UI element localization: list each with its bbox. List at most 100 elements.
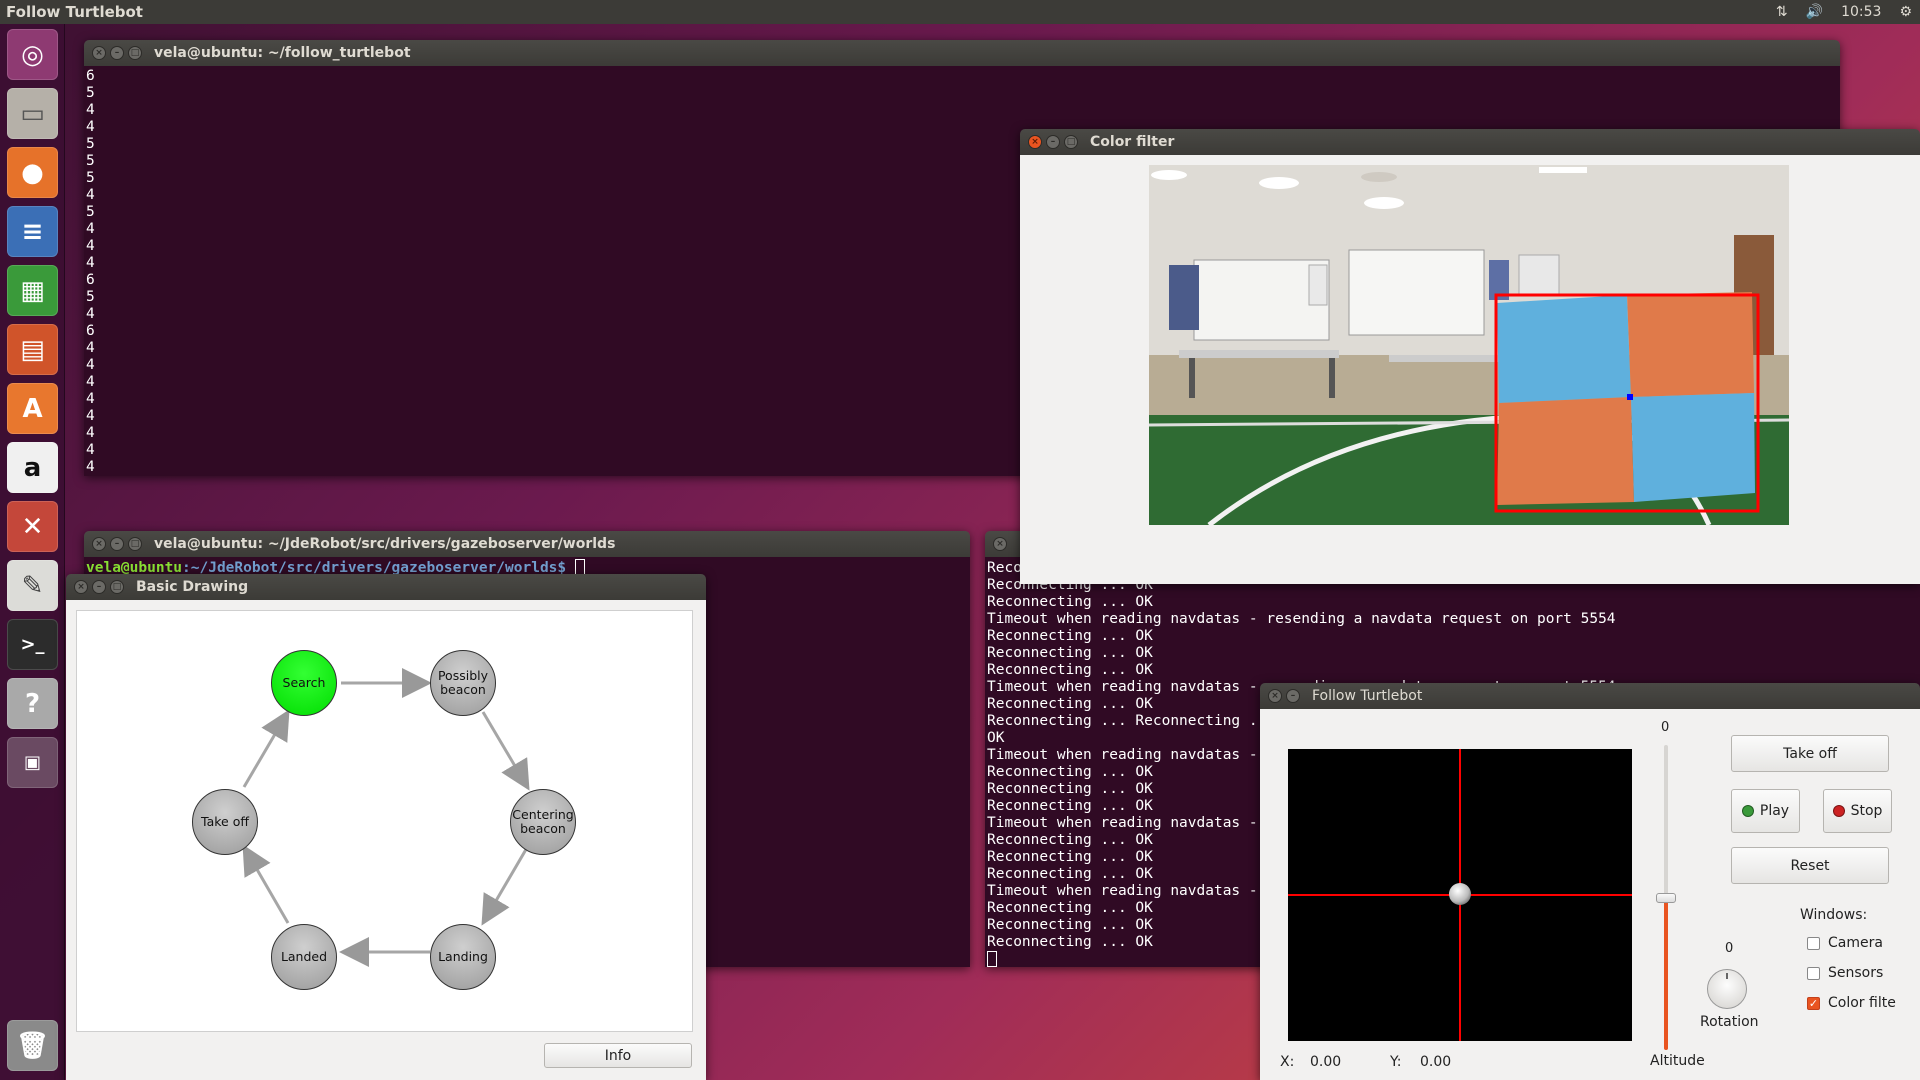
minimize-icon[interactable]: – bbox=[1286, 689, 1300, 703]
follow-turtlebot-titlebar: × – Follow Turtlebot bbox=[1260, 683, 1920, 709]
basic-drawing-titlebar: × – □ Basic Drawing bbox=[66, 574, 706, 600]
camera-checkbox-box[interactable] bbox=[1807, 936, 1820, 950]
terminal-1-line: 6 bbox=[86, 68, 95, 84]
state-node-possibly-beacon[interactable]: Possibly beacon bbox=[430, 650, 496, 716]
take-off-button[interactable]: Take off bbox=[1731, 735, 1889, 772]
reset-button[interactable]: Reset bbox=[1731, 847, 1889, 884]
altitude-slider[interactable] bbox=[1656, 745, 1676, 1050]
terminal-1-line: 5 bbox=[86, 85, 95, 101]
play-button-label: Play bbox=[1759, 803, 1790, 819]
terminal-2-title: vela@ubuntu: ~/JdeRobot/src/drivers/gaze… bbox=[154, 536, 616, 552]
close-icon[interactable]: × bbox=[993, 537, 1007, 551]
terminal-icon[interactable]: >_ bbox=[7, 619, 58, 670]
basic-drawing-window: × – □ Basic Drawing Search Possibly beac… bbox=[66, 574, 706, 1080]
state-transitions-svg bbox=[242, 668, 530, 967]
minimize-icon[interactable]: – bbox=[1046, 135, 1060, 149]
terminal-3-line: Timeout when reading navdatas - resendin… bbox=[987, 611, 1616, 627]
state-node-centering-beacon[interactable]: Centering beacon bbox=[510, 789, 576, 855]
terminal-1-title: vela@ubuntu: ~/follow_turtlebot bbox=[154, 45, 411, 61]
stop-icon bbox=[1832, 805, 1845, 817]
terminal-1-titlebar: × – □ vela@ubuntu: ~/follow_turtlebot bbox=[84, 40, 1840, 66]
follow-turtlebot-body: X: 0.00 Y: 0.00 0 Altitude 0 Rotation Ta… bbox=[1260, 709, 1920, 1080]
color-filter-window: × – □ Color filter bbox=[1020, 129, 1920, 584]
terminal-1-line: 4 bbox=[86, 102, 95, 118]
amazon-icon[interactable]: a bbox=[7, 442, 58, 493]
maximize-icon[interactable]: □ bbox=[1064, 135, 1078, 149]
x-label: X: bbox=[1280, 1054, 1295, 1070]
terminal-2-titlebar: × – □ vela@ubuntu: ~/JdeRobot/src/driver… bbox=[84, 531, 970, 557]
terminal-3-line: Reconnecting ... OK bbox=[987, 594, 1153, 610]
y-value: 0.00 bbox=[1420, 1054, 1452, 1070]
maximize-icon[interactable]: □ bbox=[110, 580, 124, 594]
software-center-icon[interactable]: A bbox=[7, 383, 58, 434]
close-icon[interactable]: × bbox=[92, 46, 106, 60]
color-filter-title: Color filter bbox=[1090, 134, 1175, 150]
maximize-icon[interactable]: □ bbox=[128, 537, 142, 551]
settings-icon[interactable]: ✕ bbox=[7, 501, 58, 552]
volume-icon[interactable]: 🔊 bbox=[1806, 4, 1823, 20]
altitude-value: 0 bbox=[1661, 720, 1670, 735]
close-icon[interactable]: × bbox=[1028, 135, 1042, 149]
altitude-slider-fill bbox=[1664, 897, 1668, 1050]
top-panel: Follow Turtlebot ⇅ 🔊 10:53 ⚙ bbox=[0, 0, 1920, 24]
sensors-checkbox-box[interactable] bbox=[1807, 966, 1820, 980]
files-icon[interactable]: ▭ bbox=[7, 88, 58, 139]
network-icon[interactable]: ⇅ bbox=[1776, 4, 1788, 20]
altitude-slider-handle[interactable] bbox=[1656, 892, 1676, 903]
text-editor-icon[interactable]: ✎ bbox=[7, 560, 58, 611]
close-icon[interactable]: × bbox=[74, 580, 88, 594]
sensors-checkbox[interactable]: Sensors bbox=[1807, 965, 1883, 981]
basic-drawing-body: Search Possibly beacon Centering beacon … bbox=[66, 600, 706, 1080]
close-icon[interactable]: × bbox=[1268, 689, 1282, 703]
info-button[interactable]: Info bbox=[544, 1043, 692, 1068]
clock[interactable]: 10:53 bbox=[1841, 4, 1881, 20]
camera-checkbox[interactable]: Camera bbox=[1807, 935, 1883, 951]
camera-checkbox-label: Camera bbox=[1828, 935, 1883, 951]
rotation-dial-indicator bbox=[1726, 973, 1728, 979]
state-node-landing[interactable]: Landing bbox=[430, 924, 496, 990]
state-node-search[interactable]: Search bbox=[271, 650, 337, 716]
system-gear-icon[interactable]: ⚙ bbox=[1899, 4, 1912, 20]
minimize-icon[interactable]: – bbox=[110, 46, 124, 60]
impress-icon[interactable]: ▤ bbox=[7, 324, 58, 375]
take-off-button-label: Take off bbox=[1783, 745, 1837, 762]
stop-button[interactable]: Stop bbox=[1823, 789, 1892, 833]
maximize-icon[interactable]: □ bbox=[128, 46, 142, 60]
terminal-3-line: Reconnecting ... OK bbox=[987, 628, 1153, 644]
writer-icon[interactable]: ≡ bbox=[7, 206, 58, 257]
help-icon[interactable]: ? bbox=[7, 678, 58, 729]
state-node-take-off[interactable]: Take off bbox=[192, 789, 258, 855]
color-filter-titlebar: × – □ Color filter bbox=[1020, 129, 1920, 155]
minimize-icon[interactable]: – bbox=[110, 537, 124, 551]
camera-image bbox=[1149, 165, 1789, 525]
x-value: 0.00 bbox=[1310, 1054, 1342, 1070]
follow-turtlebot-title: Follow Turtlebot bbox=[1312, 688, 1423, 704]
rotation-value: 0 bbox=[1725, 941, 1734, 956]
close-icon[interactable]: × bbox=[92, 537, 106, 551]
reset-button-label: Reset bbox=[1790, 857, 1830, 874]
calc-icon[interactable]: ▦ bbox=[7, 265, 58, 316]
position-pad[interactable] bbox=[1288, 749, 1632, 1041]
position-handle[interactable] bbox=[1449, 883, 1471, 905]
rotation-dial[interactable] bbox=[1707, 969, 1747, 1009]
state-machine-canvas: Search Possibly beacon Centering beacon … bbox=[76, 610, 693, 1032]
firefox-icon[interactable]: ● bbox=[7, 147, 58, 198]
workspaces-icon[interactable]: ▣ bbox=[7, 737, 58, 788]
camera-scene-svg bbox=[1149, 165, 1789, 525]
state-node-landed[interactable]: Landed bbox=[271, 924, 337, 990]
terminal-cursor bbox=[574, 559, 585, 575]
play-icon bbox=[1741, 805, 1754, 817]
basic-drawing-title: Basic Drawing bbox=[136, 579, 249, 595]
color-filter-checkbox-label: Color filte bbox=[1828, 995, 1896, 1011]
color-filter-checkbox-box[interactable]: ✓ bbox=[1807, 996, 1820, 1010]
terminal-3-line: Reconnecting ... OK bbox=[987, 662, 1153, 678]
sensors-checkbox-label: Sensors bbox=[1828, 965, 1884, 981]
altitude-label: Altitude bbox=[1650, 1053, 1705, 1069]
windows-label: Windows: bbox=[1800, 907, 1868, 923]
color-filter-checkbox[interactable]: ✓ Color filte bbox=[1807, 995, 1896, 1011]
play-button[interactable]: Play bbox=[1731, 789, 1800, 833]
minimize-icon[interactable]: – bbox=[92, 580, 106, 594]
color-filter-body bbox=[1020, 155, 1920, 584]
ubuntu-dash-icon[interactable]: ◎ bbox=[7, 29, 58, 80]
trash-icon[interactable]: 🗑 bbox=[7, 1020, 58, 1071]
